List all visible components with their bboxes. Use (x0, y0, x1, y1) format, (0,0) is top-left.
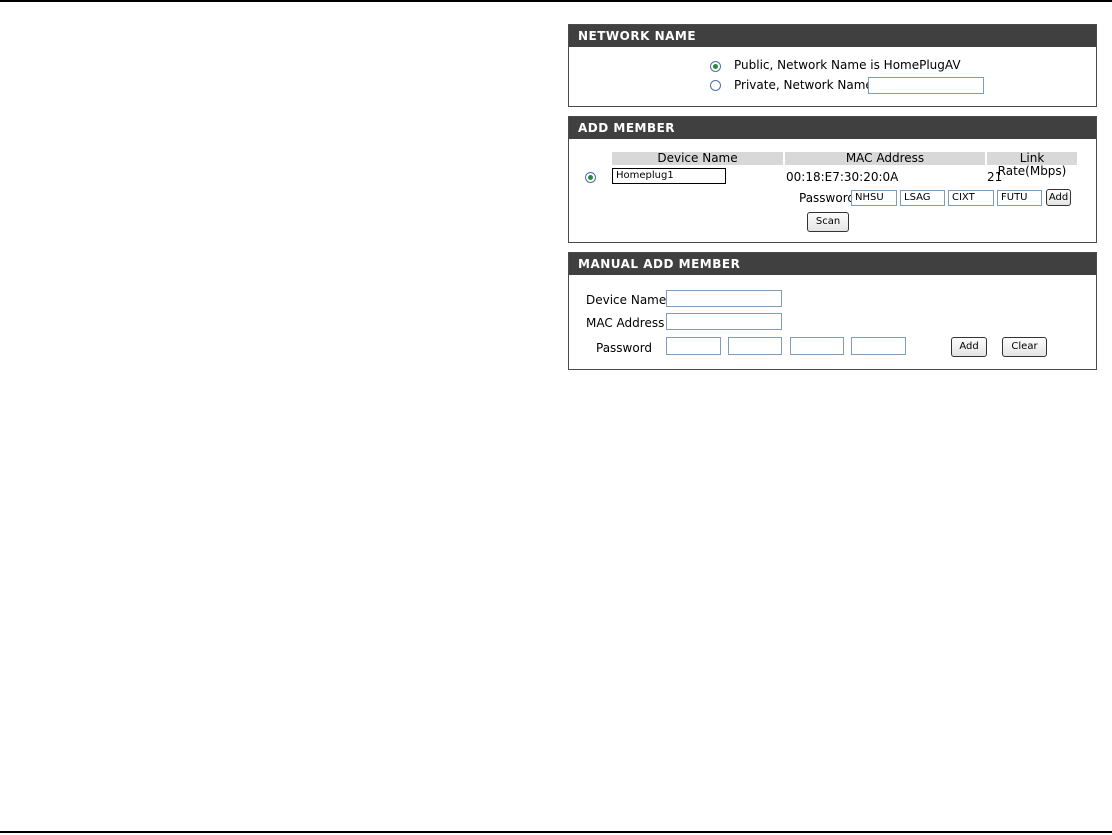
col-link-rate: Link Rate(Mbps) (987, 152, 1077, 178)
scan-button[interactable]: Scan (807, 212, 849, 232)
top-rule (0, 0, 1112, 2)
member-password-part-3[interactable]: CIXT (948, 190, 994, 206)
manual-add-member-title: MANUAL ADD MEMBER (569, 253, 1096, 277)
col-device-name: Device Name (612, 152, 783, 165)
member-password-part-1[interactable]: NHSU (851, 190, 897, 206)
manual-device-name-input[interactable] (666, 290, 782, 307)
member-device-name-field[interactable]: Homeplug1 (612, 168, 726, 184)
manual-add-button[interactable]: Add (951, 337, 987, 357)
manual-password-part-2[interactable] (728, 337, 782, 355)
manual-clear-button[interactable]: Clear (1002, 337, 1047, 357)
manual-password-part-1[interactable] (666, 337, 721, 355)
public-network-label: Public, Network Name is HomePlugAV (734, 58, 961, 72)
member-link-rate: 21 (987, 170, 1003, 184)
public-network-radio[interactable] (710, 61, 721, 72)
private-network-label: Private, Network Name is (734, 78, 887, 92)
manual-password-part-3[interactable] (790, 337, 844, 355)
member-select-radio[interactable] (585, 172, 596, 183)
network-name-panel: NETWORK NAME Public, Network Name is Hom… (568, 24, 1097, 107)
private-network-name-input[interactable] (868, 77, 984, 94)
add-member-panel: ADD MEMBER Device Name MAC Address Link … (568, 116, 1097, 243)
manual-mac-address-input[interactable] (666, 313, 782, 330)
manual-device-name-label: Device Name (586, 293, 667, 307)
member-password-label: Password (799, 191, 856, 205)
member-password-part-2[interactable]: LSAG (900, 190, 945, 206)
manual-password-label: Password (596, 341, 653, 355)
private-network-radio[interactable] (710, 80, 721, 91)
manual-add-member-panel: MANUAL ADD MEMBER Device Name MAC Addres… (568, 252, 1097, 370)
member-add-button[interactable]: Add (1046, 189, 1071, 206)
bottom-rule (0, 831, 1112, 833)
add-member-title: ADD MEMBER (569, 117, 1096, 141)
manual-mac-address-label: MAC Address (586, 316, 665, 330)
member-mac-address: 00:18:E7:30:20:0A (786, 170, 899, 184)
network-name-title: NETWORK NAME (569, 25, 1096, 49)
col-mac-address: MAC Address (785, 152, 985, 165)
manual-password-part-4[interactable] (851, 337, 906, 355)
member-password-part-4[interactable]: FUTU (997, 190, 1042, 206)
